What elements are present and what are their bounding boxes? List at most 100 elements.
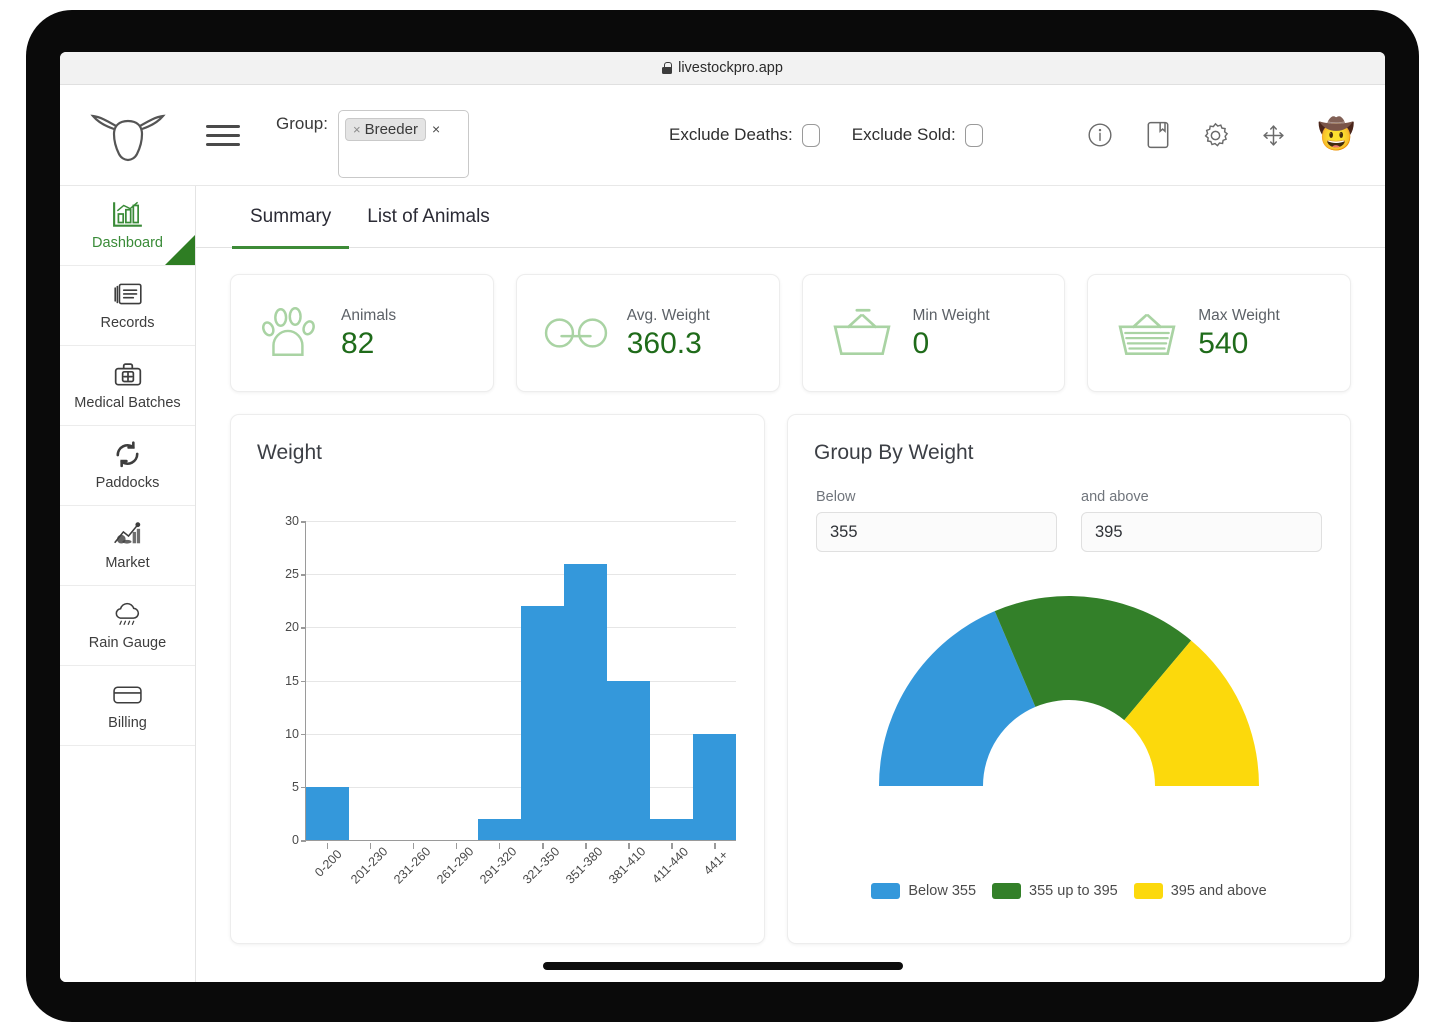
x-axis-tick: 0-200 [305, 843, 348, 903]
bar[interactable] [693, 734, 736, 840]
group-by-weight-panel: Group By Weight Below and above [787, 414, 1351, 944]
x-axis-tick: 351-380 [564, 843, 607, 903]
x-axis-tick-label: 441+ [701, 848, 731, 878]
hamburger-menu-icon[interactable] [196, 125, 250, 146]
chip-remove-icon[interactable]: × [353, 122, 361, 137]
x-axis-tick-mark [714, 843, 716, 849]
info-circle-icon[interactable] [1086, 121, 1114, 149]
home-indicator [543, 962, 903, 970]
legend-item[interactable]: Below 355 [871, 883, 976, 899]
group-chip-label: Breeder [365, 121, 418, 138]
y-axis-tick-label: 10 [285, 727, 299, 741]
exclude-deaths-toggle-group: Exclude Deaths: [669, 124, 820, 147]
bar-slot [521, 521, 564, 840]
x-axis-tick: 291-320 [477, 843, 520, 903]
document-icon [112, 279, 144, 309]
exclude-sold-label: Exclude Sold: [852, 125, 956, 145]
refresh-cycle-icon [113, 439, 142, 469]
stat-label: Animals [341, 307, 396, 325]
weight-chart-panel: Weight 051015202530 0-200201-230231-2602… [230, 414, 765, 944]
stat-card-min-weight[interactable]: Min Weight 0 [802, 274, 1066, 392]
legend-label: 355 up to 395 [1029, 883, 1118, 899]
x-axis-tick-label: 291-320 [477, 844, 519, 886]
x-axis-tick: 201-230 [348, 843, 391, 903]
legend-item[interactable]: 355 up to 395 [992, 883, 1118, 899]
bar[interactable] [564, 564, 607, 840]
sidebar-item-paddocks[interactable]: Paddocks [60, 426, 195, 506]
x-axis-tick: 441+ [693, 843, 736, 903]
paw-icon [257, 302, 323, 364]
group-clear-icon[interactable]: × [432, 118, 440, 137]
market-chart-icon [112, 519, 143, 549]
x-axis-tick-label: 231-260 [391, 844, 433, 886]
legend-item[interactable]: 395 and above [1134, 883, 1267, 899]
menu-bar-3 [206, 143, 240, 146]
bar[interactable] [650, 819, 693, 840]
x-axis-tick-mark [499, 843, 501, 849]
panels-row: Weight 051015202530 0-200201-230231-2602… [196, 392, 1385, 944]
app-header: Group: × Breeder × Exclude Deaths: Exclu… [60, 85, 1385, 186]
x-axis-tick-mark [327, 843, 329, 849]
header-toggles: Exclude Deaths: Exclude Sold: [669, 124, 983, 147]
longhorn-logo-icon[interactable] [60, 104, 196, 166]
sidebar-item-billing[interactable]: Billing [60, 666, 195, 746]
sidebar-item-records[interactable]: Records [60, 266, 195, 346]
full-basket-icon [1114, 302, 1180, 364]
menu-bar-2 [206, 134, 240, 137]
group-threshold-inputs: Below and above [788, 465, 1350, 552]
x-axis-tick-label: 321-350 [520, 844, 562, 886]
legend-swatch [992, 883, 1021, 899]
tab-summary[interactable]: Summary [232, 186, 349, 248]
stat-card-animals[interactable]: Animals 82 [230, 274, 494, 392]
stat-value: 0 [913, 327, 990, 360]
stat-label: Min Weight [913, 307, 990, 325]
sidebar-item-dashboard[interactable]: Dashboard [60, 186, 195, 266]
sidebar-item-medical-batches[interactable]: Medical Batches [60, 346, 195, 426]
browser-address-bar[interactable]: livestockpro.app [60, 52, 1385, 85]
group-select-input[interactable]: × Breeder × [338, 110, 469, 178]
stat-value: 82 [341, 327, 396, 360]
sidebar-item-rain-gauge[interactable]: Rain Gauge [60, 586, 195, 666]
stat-card-max-weight[interactable]: Max Weight 540 [1087, 274, 1351, 392]
weight-panel-title: Weight [231, 415, 764, 465]
user-avatar[interactable]: 🤠 [1318, 120, 1355, 150]
above-label: and above [1081, 489, 1322, 505]
move-arrows-icon[interactable] [1260, 121, 1288, 149]
y-axis-tick-label: 20 [285, 620, 299, 634]
sidebar-item-label: Billing [108, 716, 147, 732]
bar[interactable] [306, 787, 349, 840]
x-axis-tick-mark [456, 843, 458, 849]
exclude-deaths-switch[interactable] [802, 124, 820, 147]
gear-icon[interactable] [1202, 121, 1230, 149]
bar[interactable] [607, 681, 650, 841]
stat-card-avg-weight[interactable]: Avg. Weight 360.3 [516, 274, 780, 392]
exclude-sold-switch[interactable] [965, 124, 983, 147]
sidebar-item-label: Paddocks [96, 476, 160, 492]
tablet-device-frame: livestockpro.app Group: [26, 10, 1419, 1022]
x-axis-tick-mark [542, 843, 544, 849]
sidebar-nav: Dashboard Records [60, 186, 196, 982]
url-display[interactable]: livestockpro.app [662, 60, 783, 76]
header-action-icons: 🤠 [1086, 120, 1355, 150]
above-input[interactable] [1081, 512, 1322, 552]
above-threshold-field: and above [1081, 489, 1322, 552]
x-axis-tick: 381-410 [607, 843, 650, 903]
bar-chart-x-axis: 0-200201-230231-260261-290291-320321-350… [305, 843, 736, 903]
bar[interactable] [521, 606, 564, 840]
bar[interactable] [478, 819, 521, 840]
x-axis-tick-mark [671, 843, 673, 849]
tab-list-of-animals[interactable]: List of Animals [349, 186, 508, 248]
stat-value: 540 [1198, 327, 1280, 360]
sidebar-item-market[interactable]: Market [60, 506, 195, 586]
group-chip-breeder[interactable]: × Breeder [345, 118, 426, 141]
gauge-chart [788, 591, 1350, 796]
x-axis-tick-label: 411-440 [650, 845, 692, 887]
notebook-icon[interactable] [1144, 121, 1172, 149]
below-input[interactable] [816, 512, 1057, 552]
exclude-deaths-label: Exclude Deaths: [669, 125, 793, 145]
stat-cards-row: Animals 82 [196, 248, 1385, 392]
y-axis-tick-label: 5 [292, 780, 299, 794]
bar-slot [693, 521, 736, 840]
legend-swatch [871, 883, 900, 899]
x-axis-tick: 321-350 [520, 843, 563, 903]
